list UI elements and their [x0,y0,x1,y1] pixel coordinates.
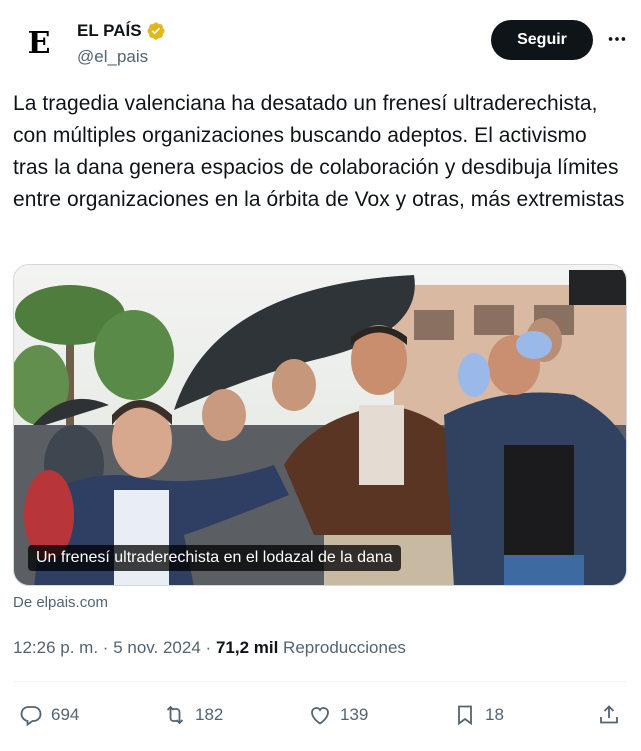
reply-button[interactable]: 694 [19,698,79,732]
avatar[interactable]: E [14,18,64,68]
link-source[interactable]: De elpais.com [13,594,108,611]
meta-separator: · [205,638,212,657]
reply-count: 694 [51,705,80,724]
repost-count: 182 [195,705,224,724]
reply-icon [20,706,42,727]
repost-icon [166,705,184,725]
meta-separator: · [102,638,109,657]
user-handle[interactable]: @el_pais [77,47,148,67]
tweet-text: La tragedia valenciana ha desatado un fr… [13,92,625,211]
divider [13,681,627,682]
tweet-time[interactable]: 12:26 p. m. [13,638,98,657]
views-label: Reproducciones [283,638,406,657]
like-button[interactable]: 139 [308,698,368,732]
share-button[interactable] [597,698,621,732]
name-row: EL PAÍS [77,21,166,41]
image-caption[interactable]: Un frenesí ultraderechista en el lodazal… [28,545,401,571]
bookmark-icon [458,705,472,726]
action-bar: 694 182 139 18 [13,698,627,732]
tweet-meta: 12:26 p. m. · 5 nov. 2024 · 71,2 mil Rep… [13,638,406,658]
like-count: 139 [340,705,369,724]
tweet-header: E EL PAÍS @el_pais Seguir [14,18,628,70]
bookmark-button[interactable]: 18 [453,698,504,732]
heart-icon [311,707,329,725]
views-count: 71,2 mil [215,638,279,657]
share-icon [600,705,618,724]
follow-button[interactable]: Seguir [491,20,593,60]
news-photo [14,265,626,585]
bookmark-count: 18 [485,705,504,724]
more-options-icon[interactable] [602,24,632,54]
avatar-logo: E [27,25,51,61]
repost-button[interactable]: 182 [163,698,223,732]
more-horizontal-icon [608,37,626,41]
link-card-image[interactable] [13,264,627,586]
display-name[interactable]: EL PAÍS [77,21,142,41]
tweet-date[interactable]: 5 nov. 2024 [113,638,201,657]
verified-badge-icon [146,21,166,41]
